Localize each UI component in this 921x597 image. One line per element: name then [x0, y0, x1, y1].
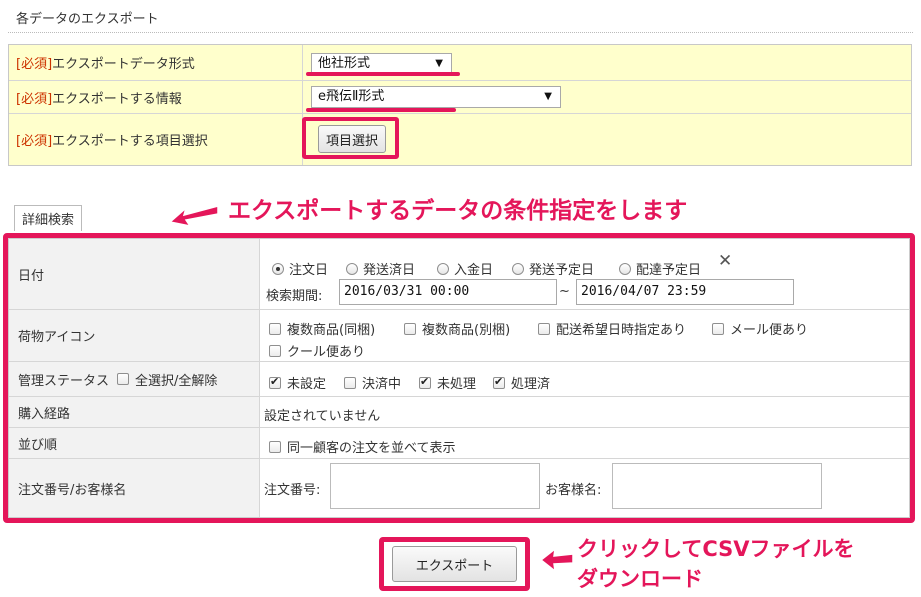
- callout-download-line1: クリックしてCSVファイルを: [577, 537, 855, 561]
- page-header: 各データのエクスポート: [0, 0, 921, 36]
- callout-search-note: エクスポートするデータの条件指定をします: [228, 198, 688, 224]
- callout-arrow-icon: [539, 547, 574, 572]
- export-items-row: [必須] エクスポートする項目選択 項目選択: [9, 114, 911, 165]
- export-format-value: 他社形式: [318, 56, 371, 71]
- callout-arrow-icon: [168, 205, 219, 228]
- required-tag: [必須]: [16, 57, 53, 72]
- export-format-label-text: エクスポートデータ形式: [52, 57, 195, 72]
- export-button[interactable]: エクスポート: [392, 546, 517, 582]
- export-format-label: [必須] エクスポートデータ形式: [9, 45, 303, 80]
- highlight-box-search: [3, 233, 915, 523]
- page-title: 各データのエクスポート: [16, 12, 159, 27]
- export-items-label: [必須] エクスポートする項目選択: [9, 114, 303, 165]
- required-tag: [必須]: [16, 134, 53, 149]
- export-info-row: [必須] エクスポートする情報 e飛伝Ⅱ形式 ▼: [9, 81, 911, 114]
- title-divider: [8, 32, 913, 33]
- required-tag: [必須]: [16, 91, 53, 107]
- highlight-box-item-select: [302, 117, 399, 159]
- export-info-select[interactable]: e飛伝Ⅱ形式 ▼: [311, 86, 561, 108]
- tab-detail-search[interactable]: 詳細検索: [14, 205, 82, 231]
- export-info-label-text: エクスポートする情報: [52, 91, 182, 107]
- export-items-label-text: エクスポートする項目選択: [52, 134, 208, 149]
- highlight-underline-format: [306, 72, 460, 76]
- chevron-down-icon: ▼: [435, 58, 443, 69]
- chevron-down-icon: ▼: [544, 91, 552, 102]
- export-info-label: [必須] エクスポートする情報: [9, 81, 303, 113]
- export-settings-table: [必須] エクスポートデータ形式 他社形式 ▼ [必須] エクスポートする情報 …: [8, 44, 912, 166]
- highlight-underline-info: [306, 108, 456, 112]
- callout-download-line2: ダウンロード: [577, 567, 703, 591]
- export-info-value: e飛伝Ⅱ形式: [318, 89, 385, 104]
- export-format-row: [必須] エクスポートデータ形式 他社形式 ▼: [9, 45, 911, 81]
